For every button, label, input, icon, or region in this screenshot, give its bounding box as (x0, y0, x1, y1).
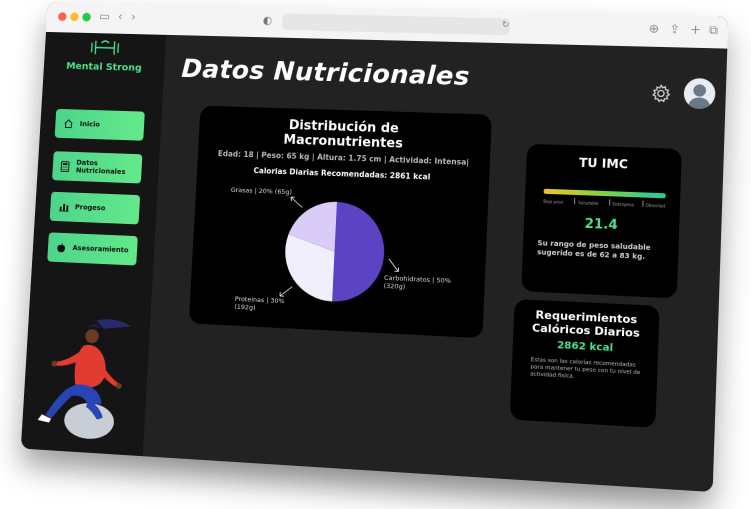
bmi-scale-tick (642, 200, 644, 207)
bmi-category-label: Bajo peso (543, 198, 564, 205)
daily-calories-value: 2862 kcal (556, 339, 614, 355)
share-icon[interactable]: ⇪ (669, 22, 680, 36)
maximize-window-button[interactable] (82, 12, 92, 22)
brand-name: Mental Strong (65, 61, 143, 74)
apple-icon (55, 241, 67, 253)
forward-icon[interactable]: › (131, 10, 136, 24)
bmi-value: 21.4 (584, 216, 618, 234)
macronutrient-title: Distribución de Macronutrientes (198, 115, 491, 154)
sidebar-item-progeso[interactable]: Progeso (49, 191, 141, 225)
sidebar-item-label: Asesoramiento (72, 244, 129, 255)
pie-slice-carbohidratos (332, 201, 387, 304)
sidebar-item-label: Datos Nutricionales (75, 158, 126, 177)
bmi-category-label: Sobrepeso (612, 201, 635, 208)
reload-icon[interactable]: ↻ (502, 20, 510, 30)
app: Mental Strong Inicio Datos Nutricionales (20, 31, 728, 493)
calorie-requirements-title: Requerimientos Calóricos Diarios (513, 307, 659, 341)
user-avatar-icon[interactable] (683, 77, 716, 110)
bmi-scale-tick (573, 197, 576, 205)
minimize-window-button[interactable] (69, 12, 79, 22)
dumbbell-logo-icon (86, 37, 125, 59)
macronutrient-card: Distribución de Macronutrientes Edad: 18… (188, 105, 492, 339)
main-content: Datos Nutricionales Distribución de Macr… (142, 34, 728, 493)
tab-overview-icon[interactable]: ⧉ (709, 23, 718, 38)
back-icon[interactable]: ‹ (118, 10, 123, 24)
calorie-requirements-card: Requerimientos Calóricos Diarios 2862 kc… (509, 299, 660, 428)
pie-label-grasas: Grasas | 20% (65g) (230, 185, 293, 197)
page-title: Datos Nutricionales (180, 54, 471, 92)
bmi-title: TU IMC (578, 155, 629, 172)
woman-on-exercise-ball-illustration (37, 318, 132, 441)
download-icon[interactable]: ⊕ (649, 22, 660, 36)
browser-window: ▭ ‹ › ◐ ↻ ⊕ ⇪ + ⧉ Mental Strong Inicio D… (20, 1, 729, 493)
calculator-icon (60, 160, 71, 172)
bmi-category-label: Obesidad (645, 202, 666, 209)
recommended-calories-line: Calorias Diarias Recomendadas: 2861 kcal (253, 166, 431, 182)
pie-label-carbohidratos: Carbohidratos | 50% (320g) (383, 274, 452, 293)
privacy-shield-icon: ◐ (262, 13, 273, 27)
bmi-healthy-range-text: Su rango de peso saludable sugerido es d… (536, 239, 651, 262)
bmi-scale-bar (543, 188, 666, 199)
new-tab-icon[interactable]: + (690, 22, 701, 36)
bmi-category-label: Saludable (578, 200, 599, 206)
sidebar-item-asesoramiento[interactable]: Asesoramiento (47, 232, 138, 266)
bmi-scale-tick (609, 199, 611, 206)
close-window-button[interactable] (57, 12, 67, 21)
sidebar-item-label: Progeso (74, 203, 106, 213)
sidebar-item-label: Inicio (79, 120, 101, 129)
macronutrient-pie-chart (282, 200, 387, 304)
pie-label-proteinas: Proteinas | 30% (192g) (234, 295, 285, 313)
sidebar-item-inicio[interactable]: Inicio (54, 108, 145, 141)
calorie-requirements-text: Estas son las calorías recomendadas para… (529, 357, 641, 380)
gear-icon[interactable] (650, 83, 672, 104)
bar-chart-icon (58, 201, 70, 213)
home-icon (63, 118, 75, 130)
address-bar[interactable] (281, 13, 511, 36)
sidebar-toggle-icon[interactable]: ▭ (99, 9, 110, 23)
stage: ▭ ‹ › ◐ ↻ ⊕ ⇪ + ⧉ Mental Strong Inicio D… (0, 0, 751, 509)
sidebar: Mental Strong Inicio Datos Nutricionales (20, 31, 167, 457)
bmi-card: TU IMC Bajo peso Saludable Sobrepeso Obe… (521, 143, 682, 299)
sidebar-item-datos-nutricionales[interactable]: Datos Nutricionales (52, 151, 143, 184)
